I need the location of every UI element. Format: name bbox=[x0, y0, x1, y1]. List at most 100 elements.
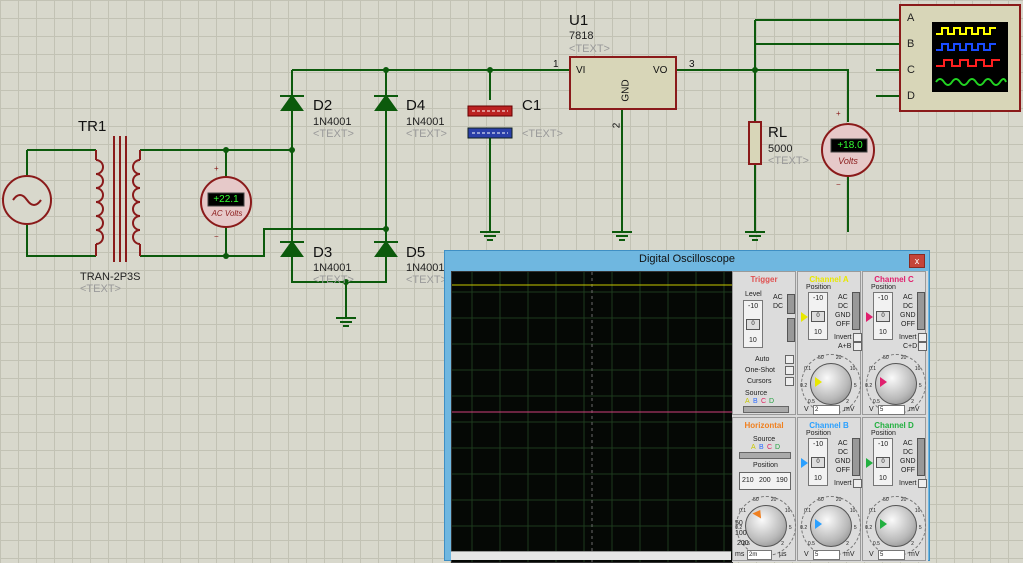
close-button[interactable]: x bbox=[909, 254, 925, 268]
capacitor-icon[interactable] bbox=[467, 105, 513, 139]
tick-label: -10 bbox=[878, 441, 889, 448]
diode-d3-text: <TEXT> bbox=[313, 274, 354, 286]
dial-tick-label: 5 bbox=[918, 525, 922, 532]
channel-b-position-slider[interactable]: -10 0 10 bbox=[808, 438, 828, 486]
scope-pin-a: A bbox=[907, 12, 915, 24]
ac-source-icon[interactable] bbox=[2, 175, 52, 225]
dial-tick-label: 50 bbox=[818, 354, 824, 361]
slider-thumb[interactable]: 0 bbox=[876, 311, 890, 322]
dial-tick-label: 5 bbox=[918, 383, 922, 390]
src-b[interactable]: B bbox=[753, 398, 758, 405]
channel-c-combine: C+D bbox=[903, 343, 918, 350]
dial-tick-label: 0.1 bbox=[804, 507, 812, 514]
channel-b-value[interactable]: 5 bbox=[813, 550, 840, 560]
dc-voltmeter-reading: +18.0 bbox=[837, 140, 863, 151]
channel-c-coupling-switch[interactable] bbox=[917, 292, 925, 330]
src-a[interactable]: A bbox=[745, 398, 750, 405]
channel-b-invert: Invert bbox=[834, 480, 852, 487]
mode-off: OFF bbox=[836, 467, 850, 474]
trigger-auto: Auto bbox=[755, 356, 770, 363]
auto-checkbox[interactable] bbox=[785, 355, 794, 364]
channel-a-coupling-switch[interactable] bbox=[852, 292, 860, 330]
oscilloscope-symbol-icon[interactable] bbox=[899, 4, 1021, 112]
dial-tick-label: 0.5 bbox=[807, 399, 815, 406]
channel-c-value[interactable]: 5 bbox=[878, 405, 905, 415]
tick-label: 0 bbox=[816, 313, 820, 319]
knob-pointer-icon bbox=[880, 519, 887, 529]
mode-off: OFF bbox=[901, 467, 915, 474]
channel-d-coupling-switch[interactable] bbox=[917, 438, 925, 476]
diode-d3-ref: D3 bbox=[313, 244, 333, 261]
trigger-edge-switch[interactable] bbox=[787, 318, 795, 342]
channel-a-position-slider[interactable]: -10 0 10 bbox=[808, 292, 828, 340]
tick-label: 0 bbox=[881, 313, 885, 319]
src-c[interactable]: C bbox=[761, 398, 766, 405]
diode-d5-icon[interactable] bbox=[374, 240, 398, 257]
diode-d2-icon[interactable] bbox=[280, 94, 304, 111]
slider-thumb[interactable]: 0 bbox=[746, 319, 760, 330]
trigger-coupling-switch[interactable] bbox=[787, 294, 795, 314]
channel-d-panel: Channel D Position -10 0 10 AC DC GND OF… bbox=[862, 417, 927, 561]
unit-right: µs bbox=[779, 551, 787, 558]
hsrc-c[interactable]: C bbox=[767, 444, 772, 451]
slider-thumb[interactable]: 0 bbox=[811, 311, 825, 322]
ac-voltmeter-minus: − bbox=[214, 232, 219, 241]
channel-b-invert-checkbox[interactable] bbox=[853, 479, 862, 488]
hsrc-b[interactable]: B bbox=[759, 444, 764, 451]
channel-a-combine-checkbox[interactable] bbox=[853, 342, 862, 351]
tick-label: -10 bbox=[813, 295, 824, 302]
diode-d2-text: <TEXT> bbox=[313, 128, 354, 140]
channel-c-invert-checkbox[interactable] bbox=[918, 333, 927, 342]
channel-d-title: Channel D bbox=[874, 421, 914, 430]
trigger-one-shot: One-Shot bbox=[745, 367, 775, 374]
horizontal-value[interactable]: 2m bbox=[747, 550, 772, 560]
transformer-text: <TEXT> bbox=[80, 283, 121, 295]
oscilloscope-window[interactable]: Digital Oscilloscope x Trigger Level -10… bbox=[444, 250, 930, 563]
channel-d-invert-checkbox[interactable] bbox=[918, 479, 927, 488]
hsrc-a[interactable]: A bbox=[751, 444, 756, 451]
channel-a-invert-checkbox[interactable] bbox=[853, 333, 862, 342]
unit-left: V bbox=[869, 406, 874, 413]
mode-ac: AC bbox=[903, 440, 913, 447]
channel-c-invert: Invert bbox=[899, 334, 917, 341]
tick-label: 210 bbox=[742, 477, 754, 484]
channel-b-coupling-switch[interactable] bbox=[852, 438, 860, 476]
diode-d3-icon[interactable] bbox=[280, 240, 304, 257]
dial-tick-label: 20 bbox=[770, 496, 777, 503]
unit-left: V bbox=[804, 551, 809, 558]
cursors-checkbox[interactable] bbox=[785, 377, 794, 386]
dial-tick-label: 10 bbox=[914, 365, 921, 372]
diode-d4-model: 1N4001 bbox=[406, 116, 445, 128]
mode-ac: AC bbox=[838, 440, 848, 447]
channel-d-position-slider[interactable]: -10 0 10 bbox=[873, 438, 893, 486]
trigger-level-slider[interactable]: -10 0 10 bbox=[743, 300, 763, 348]
hsrc-d[interactable]: D bbox=[775, 444, 780, 451]
diode-d4-icon[interactable] bbox=[374, 94, 398, 111]
slider-thumb[interactable]: 0 bbox=[811, 457, 825, 468]
unit-right: mV bbox=[909, 406, 920, 413]
channel-d-value[interactable]: 5 bbox=[878, 550, 905, 560]
trigger-source-slider[interactable] bbox=[743, 406, 789, 413]
horizontal-scrollbar[interactable] bbox=[451, 551, 731, 560]
resistor-icon[interactable] bbox=[748, 121, 762, 165]
dc-voltmeter-plus: + bbox=[836, 109, 841, 118]
channel-c-position-slider[interactable]: -10 0 10 bbox=[873, 292, 893, 340]
channel-c-combine-checkbox[interactable] bbox=[918, 342, 927, 351]
one-shot-checkbox[interactable] bbox=[785, 366, 794, 375]
src-d[interactable]: D bbox=[769, 398, 774, 405]
resistor-text: <TEXT> bbox=[768, 155, 809, 167]
horizontal-source-slider[interactable] bbox=[739, 452, 791, 459]
transformer-icon[interactable] bbox=[95, 136, 141, 262]
oscilloscope-title: Digital Oscilloscope bbox=[639, 253, 735, 265]
knob-pointer-icon bbox=[880, 377, 887, 387]
ac-voltmeter-plus: + bbox=[214, 164, 219, 173]
channel-c-panel: Channel C Position -10 0 10 AC DC GND OF… bbox=[862, 271, 927, 415]
scope-screen[interactable] bbox=[451, 271, 733, 563]
dial-tick-label: 5 bbox=[853, 383, 857, 390]
ground-icon bbox=[612, 231, 632, 241]
channel-a-value[interactable]: 2 bbox=[813, 405, 840, 415]
horizontal-position-slider[interactable]: 210 200 190 bbox=[739, 472, 791, 490]
scope-grid bbox=[452, 272, 732, 562]
slider-thumb[interactable]: 0 bbox=[876, 457, 890, 468]
unit-right: mV bbox=[844, 551, 855, 558]
